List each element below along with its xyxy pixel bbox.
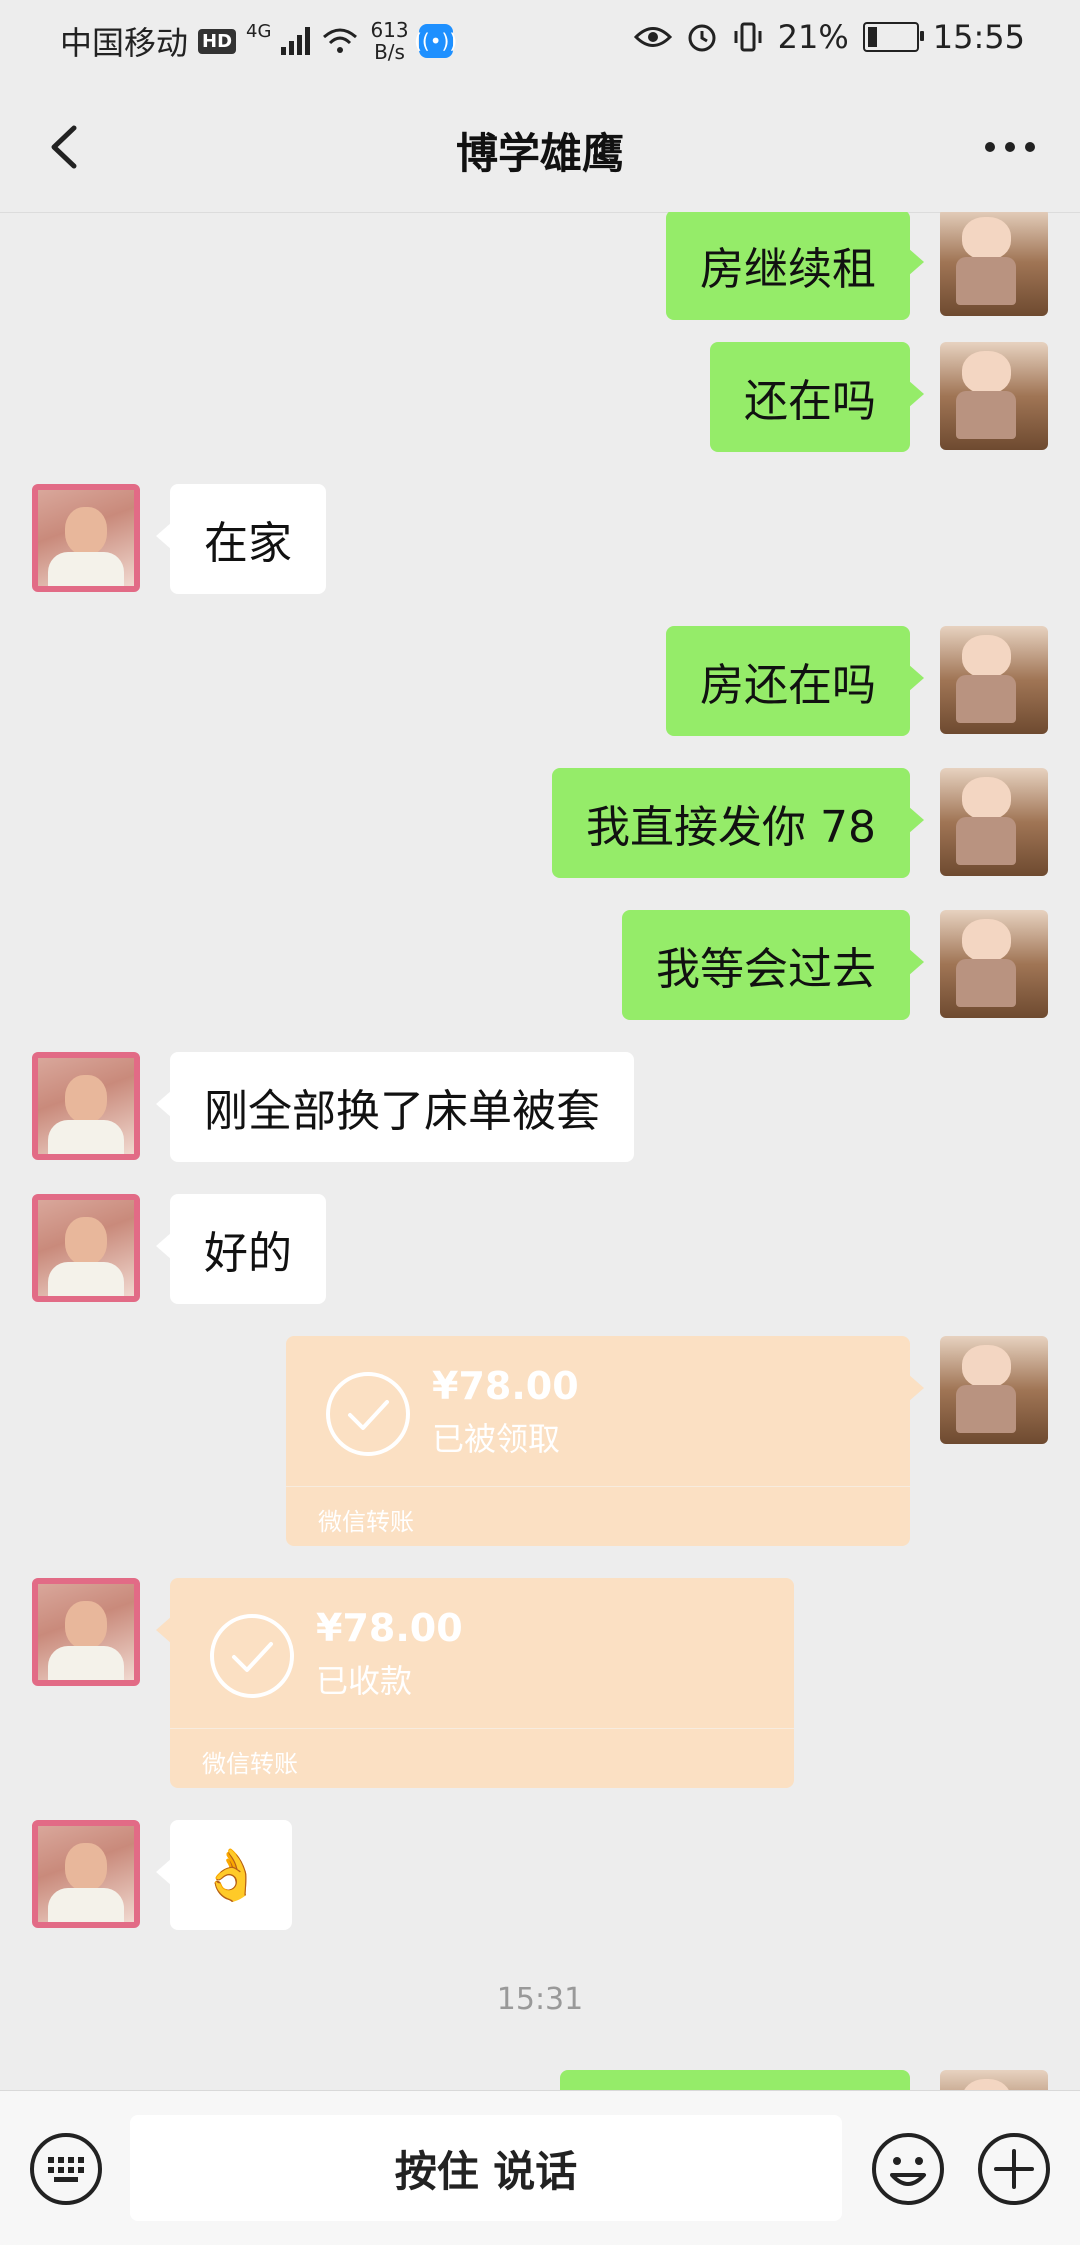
plus-icon[interactable] [976,2131,1052,2207]
message-timestamp: 15:31 [496,1982,584,2017]
hotspot-icon: ((•)) [414,24,457,58]
carrier-label: 中国移动 [60,24,189,62]
transfer-card-received[interactable]: ¥78.00 已收款 微信转账 [156,1578,794,1788]
status-bar: 中国移动 HD 4G 613 B/s ((•)) 21% 15:55 [0,0,1080,82]
message-text: 房继续租 [700,244,876,295]
message-bubble-self[interactable]: 我直接发你 78 [552,768,924,878]
message-text: 好的 [204,1228,292,1279]
transfer-caption: 微信转账 [202,1750,298,1778]
message-text: 刚全部换了床单被套 [204,1086,600,1137]
check-circle-icon [326,1372,410,1456]
more-options-icon[interactable] [970,112,1050,182]
message-bubble-self[interactable]: 还在吗 [710,342,924,452]
clock: 15:55 [932,18,1025,56]
message-text: 还在吗 [744,376,876,427]
speed-value: 613 [370,18,409,42]
chat-header: 博学雄鹰 [0,82,1080,213]
wifi-icon [323,28,358,53]
message-bubble-self-partial[interactable] [560,2070,910,2090]
message-list[interactable]: 房继续租 还在吗 在家 房还在吗 我直接发你 78 我等会过去 刚全部换了床单被… [0,212,1080,2090]
message-text: 我等会过去 [656,944,876,995]
self-avatar[interactable] [940,1336,1048,1444]
contact-avatar[interactable] [32,1194,140,1302]
message-text: 我直接发你 78 [586,802,876,853]
signal-icon [281,27,311,55]
battery-icon [862,22,924,52]
contact-avatar[interactable] [32,1820,140,1928]
self-avatar[interactable] [940,768,1048,876]
transfer-amount: ¥78.00 [316,1606,463,1650]
message-bubble-self[interactable]: 房继续租 [666,212,924,320]
message-bubble-other[interactable]: 👌 [155,1820,293,1930]
self-avatar[interactable] [940,626,1048,734]
ok-hand-emoji: 👌 [200,1845,263,1904]
transfer-caption: 微信转账 [318,1508,414,1536]
contact-avatar[interactable] [32,1578,140,1686]
message-bubble-other[interactable]: 刚全部换了床单被套 [156,1052,634,1162]
hd-badge: HD [198,28,237,54]
input-bar: 按住 说话 [0,2090,1080,2245]
self-avatar[interactable] [940,910,1048,1018]
transfer-amount: ¥78.00 [432,1364,579,1408]
hold-to-talk-button[interactable]: 按住 说话 [130,2115,842,2221]
battery-percent: 21% [777,18,849,56]
message-bubble-other[interactable]: 在家 [156,484,326,594]
message-bubble-self[interactable]: 我等会过去 [622,910,924,1020]
transfer-card-sent[interactable]: ¥78.00 已被领取 微信转账 [286,1336,924,1546]
network-label: 4G [246,20,272,42]
self-avatar[interactable] [940,342,1048,450]
speed-unit: B/s [374,40,405,64]
transfer-status: 已收款 [316,1662,413,1700]
eye-icon [633,27,672,47]
alarm-icon [688,24,716,52]
self-avatar[interactable] [940,2070,1048,2090]
emoji-icon[interactable] [870,2131,946,2207]
status-right: 21% 15:55 [633,18,1025,56]
message-bubble-other[interactable]: 好的 [156,1194,326,1304]
check-circle-icon [210,1614,294,1698]
status-left: 中国移动 HD 4G 613 B/s ((•)) [60,18,457,64]
contact-avatar[interactable] [32,484,140,592]
transfer-status: 已被领取 [432,1420,561,1458]
keyboard-icon[interactable] [28,2131,104,2207]
network-speed: 613 B/s [370,19,408,63]
message-bubble-self[interactable]: 房还在吗 [666,626,924,736]
vibrate-icon [734,22,762,52]
contact-avatar[interactable] [32,1052,140,1160]
transfer-divider [286,1486,910,1487]
message-text: 在家 [204,518,292,569]
self-avatar[interactable] [940,212,1048,316]
chat-title: 博学雄鹰 [455,129,624,178]
message-text: 房还在吗 [700,660,876,711]
transfer-divider [170,1728,794,1729]
